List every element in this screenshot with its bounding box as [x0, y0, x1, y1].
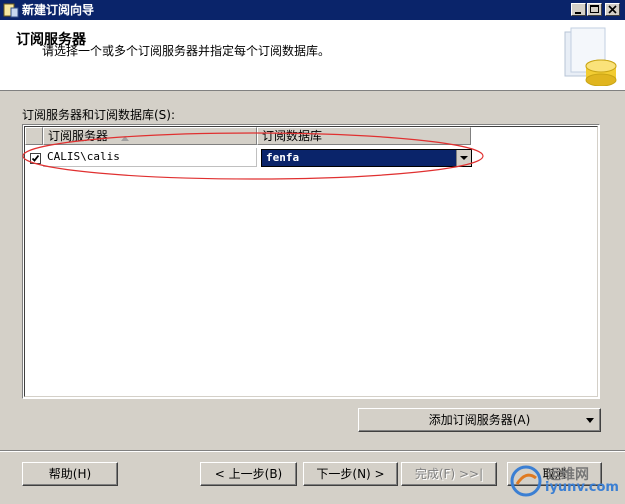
- dropdown-arrow-icon: [586, 418, 594, 423]
- add-subscriber-label: 添加订阅服务器(A): [428, 413, 531, 427]
- database-select[interactable]: fenfa: [261, 149, 472, 167]
- title-bar: 新建订阅向导: [0, 0, 625, 20]
- database-select-value: fenfa: [266, 151, 300, 164]
- help-button[interactable]: 帮助(H): [22, 462, 118, 486]
- dropdown-arrow-button[interactable]: [456, 150, 471, 166]
- minimize-button[interactable]: [571, 3, 586, 16]
- watermark-logo-icon: [510, 465, 542, 497]
- column-header-database[interactable]: 订阅数据库: [257, 127, 471, 145]
- footer-divider: [0, 450, 625, 452]
- add-subscriber-button[interactable]: 添加订阅服务器(A): [358, 408, 601, 432]
- maximize-icon: [590, 5, 599, 13]
- grid-label: 订阅服务器和订阅数据库(S):: [22, 108, 176, 122]
- row-checkbox[interactable]: [30, 153, 41, 164]
- column-header-subscriber[interactable]: 订阅服务器: [43, 127, 257, 145]
- column-header-database-label: 订阅数据库: [262, 129, 323, 143]
- chevron-down-icon: [460, 156, 468, 160]
- back-button[interactable]: < 上一步(B): [200, 462, 297, 486]
- sort-ascending-icon: [121, 136, 129, 141]
- database-wizard-icon: [564, 27, 617, 86]
- watermark-text-en: iyunv.com: [545, 480, 619, 495]
- finish-button[interactable]: 完成(F) >>|: [401, 462, 497, 486]
- subscriber-cell[interactable]: CALIS\calis: [43, 148, 257, 167]
- grid-body: 订阅服务器 订阅数据库 CALIS\calis fenfa: [24, 126, 598, 397]
- next-button[interactable]: 下一步(N) >: [303, 462, 398, 486]
- minimize-icon: [575, 12, 581, 14]
- watermark: 运维网 iyunv.com: [509, 464, 621, 498]
- close-button[interactable]: [605, 3, 620, 16]
- checkmark-icon: [31, 154, 40, 162]
- wizard-header: 订阅服务器 请选择一个或多个订阅服务器并指定每个订阅数据库。: [0, 20, 625, 91]
- grid-corner-header: [25, 127, 43, 145]
- maximize-button[interactable]: [587, 3, 602, 16]
- page-subtitle: 请选择一个或多个订阅服务器并指定每个订阅数据库。: [42, 44, 331, 58]
- subscriber-grid[interactable]: 订阅服务器 订阅数据库 CALIS\calis fenfa: [22, 124, 600, 399]
- wizard-app-icon: [3, 3, 19, 18]
- window-title: 新建订阅向导: [22, 3, 95, 17]
- column-header-subscriber-label: 订阅服务器: [48, 129, 109, 143]
- close-icon: [608, 5, 617, 14]
